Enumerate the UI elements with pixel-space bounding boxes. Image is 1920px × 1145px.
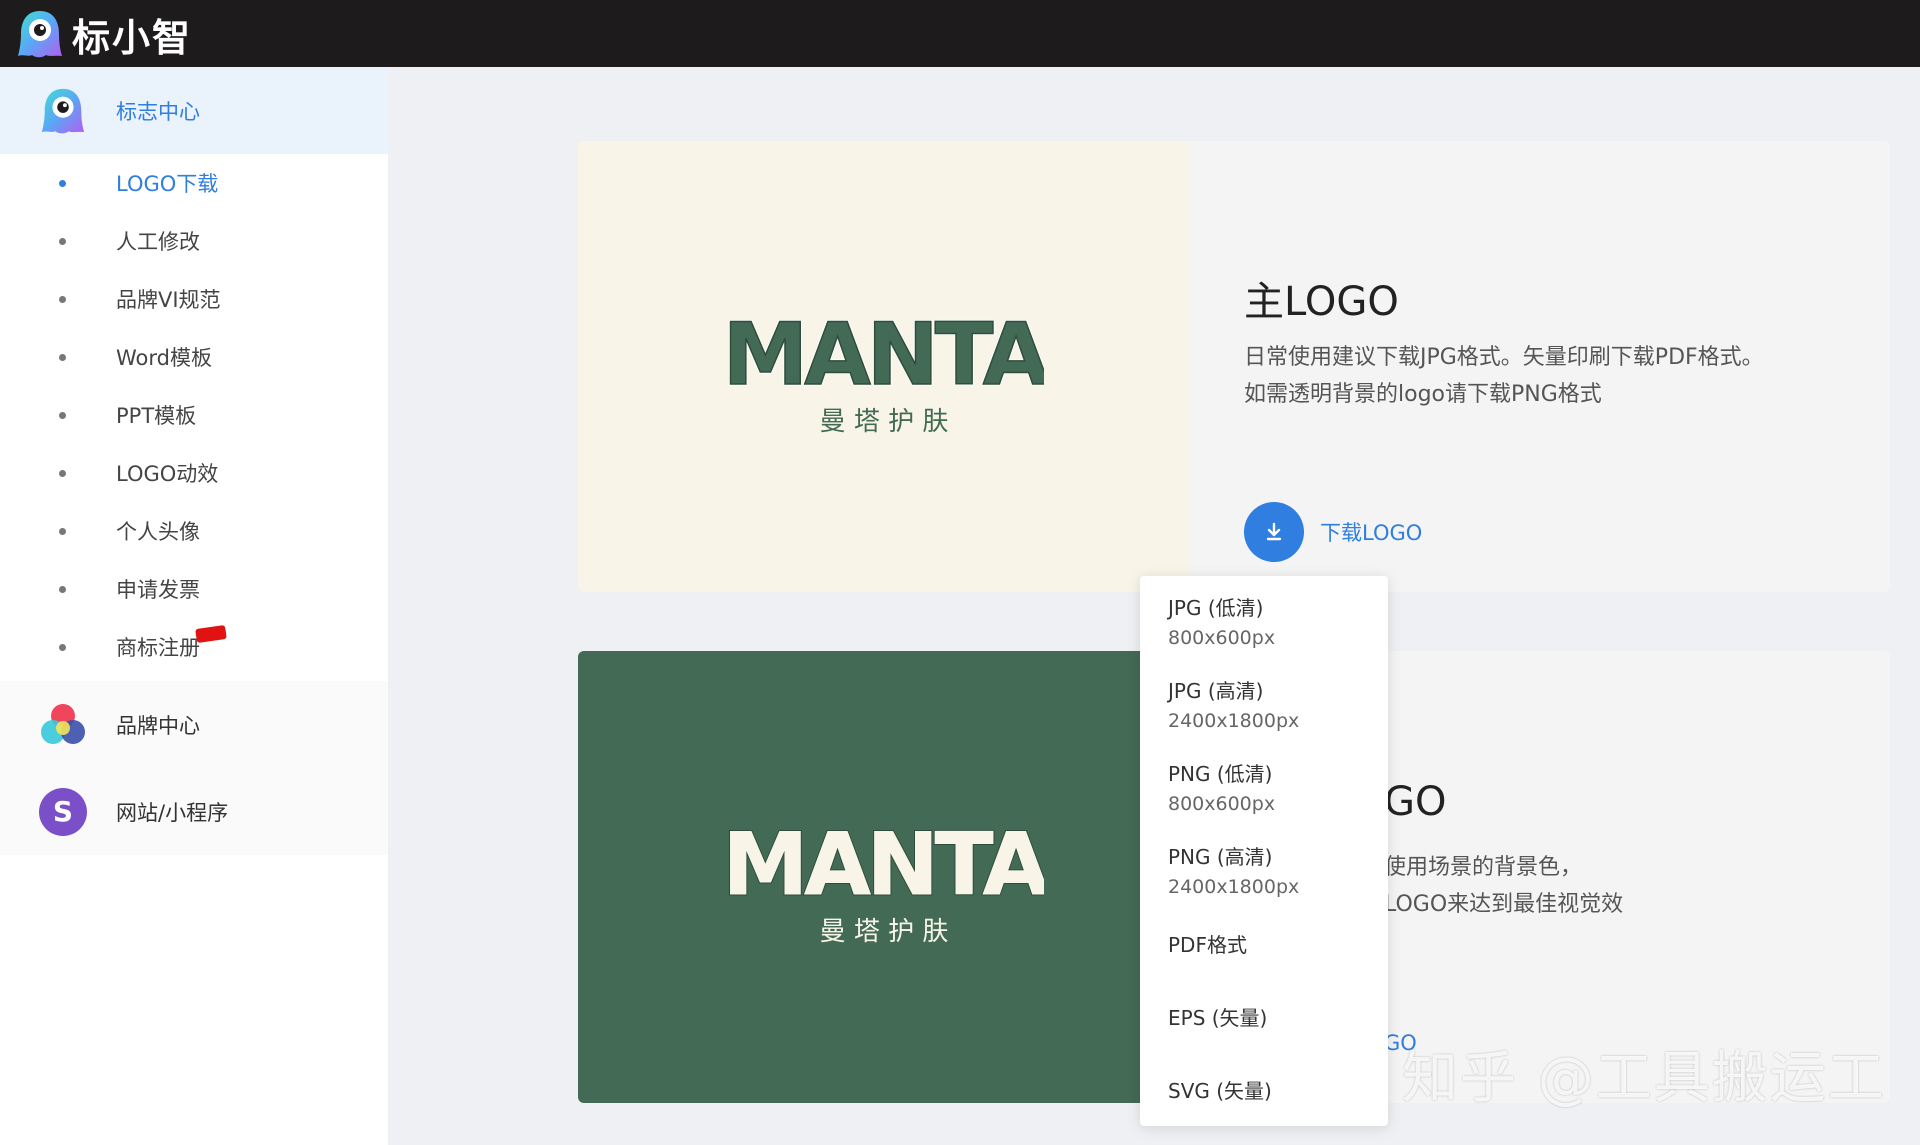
menu-item-label: JPG (低清) bbox=[1168, 596, 1264, 620]
sidebar-item-label: 商标注册 bbox=[116, 636, 200, 660]
menu-item-jpg-low[interactable]: JPG (低清) 800x600px bbox=[1168, 592, 1275, 649]
manta-logo-light: MANTA MANTA 曼 塔 护 肤 bbox=[724, 304, 1044, 438]
sidebar-item-word-template[interactable]: Word模板 bbox=[0, 328, 388, 386]
sidebar-item-label: LOGO下载 bbox=[116, 172, 219, 196]
menu-item-size: 2400x1800px bbox=[1168, 876, 1300, 898]
bullet-dot bbox=[59, 643, 66, 651]
main-logo-card: MANTA MANTA 曼 塔 护 肤 主LOGO 日常使用建议下载JPG格式。… bbox=[578, 141, 1890, 592]
bullet-dot bbox=[59, 179, 66, 187]
sidebar-group-label: 品牌中心 bbox=[116, 713, 200, 738]
card-desc-line: 如需透明背景的logo请下载PNG格式 bbox=[1244, 382, 1602, 407]
menu-item-pdf[interactable]: PDF格式 bbox=[1168, 929, 1247, 958]
sidebar-item-trademark[interactable]: 商标注册 bbox=[0, 618, 388, 676]
logo-cn-name: 曼 塔 护 肤 bbox=[820, 407, 949, 437]
menu-item-size: 800x600px bbox=[1168, 627, 1276, 649]
card-desc-line: LOGO来达到最佳视觉效 bbox=[1384, 892, 1624, 917]
sidebar-item-logo-download[interactable]: LOGO下载 bbox=[0, 154, 388, 212]
menu-item-label: EPS (矢量) bbox=[1168, 1006, 1268, 1030]
sidebar-item-label: PPT模板 bbox=[116, 404, 197, 428]
sidebar-item-label: 品牌VI规范 bbox=[116, 288, 221, 312]
sidebar-item-label: LOGO动效 bbox=[116, 462, 219, 486]
menu-item-label: JPG (高清) bbox=[1168, 679, 1264, 703]
card-desc-line: 日常使用建议下载JPG格式。矢量印刷下载PDF格式。 bbox=[1244, 345, 1764, 370]
sidebar-item-brand-vi[interactable]: 品牌VI规范 bbox=[0, 270, 388, 328]
menu-item-png-high[interactable]: PNG (高清) 2400x1800px bbox=[1168, 841, 1299, 898]
menu-item-label: SVG (矢量) bbox=[1168, 1079, 1272, 1103]
card-title: 主LOGO bbox=[1244, 279, 1399, 325]
download-icon bbox=[1244, 502, 1304, 562]
card-description: 使用场景的背景色， LOGO来达到最佳视觉效 bbox=[1384, 849, 1623, 923]
sidebar-item-avatar[interactable]: 个人头像 bbox=[0, 502, 388, 560]
menu-item-size: 800x600px bbox=[1168, 793, 1276, 815]
manta-logo-dark: MANTA MANTA 曼 塔 护 肤 bbox=[724, 814, 1044, 948]
mascot-icon bbox=[41, 88, 85, 133]
bullet-dot bbox=[59, 237, 66, 245]
bullet-dot bbox=[59, 411, 66, 419]
bullet-dot bbox=[59, 585, 66, 593]
card-title: GO bbox=[1384, 779, 1447, 825]
sidebar: 标志中心 LOGO下载 人工修改 品牌VI规范 Word模板 PPT模板 LOG… bbox=[0, 67, 388, 1145]
download-logo-label: 下载LOGO bbox=[1320, 521, 1423, 545]
sidebar-item-invoice[interactable]: 申请发票 bbox=[0, 560, 388, 618]
logo-cn-name: 曼 塔 护 肤 bbox=[820, 917, 949, 947]
menu-item-png-low[interactable]: PNG (低清) 800x600px bbox=[1168, 758, 1275, 815]
watermark-text: 知乎 @工具搬运工 bbox=[1402, 1046, 1886, 1111]
color-circles-icon bbox=[41, 703, 85, 744]
sidebar-group-label: 网站/小程序 bbox=[116, 800, 229, 825]
menu-item-svg[interactable]: SVG (矢量) bbox=[1168, 1075, 1272, 1104]
card-description: 日常使用建议下载JPG格式。矢量印刷下载PDF格式。 如需透明背景的logo请下… bbox=[1244, 339, 1764, 413]
menu-item-eps[interactable]: EPS (矢量) bbox=[1168, 1002, 1267, 1031]
sidebar-group-website[interactable]: S 网站/小程序 bbox=[0, 768, 388, 855]
top-bar: 标小智 bbox=[0, 0, 1920, 67]
logo-wordmark-outline: MANTA bbox=[724, 815, 1044, 915]
sidebar-group-label: 标志中心 bbox=[116, 99, 200, 124]
menu-item-label: PNG (高清) bbox=[1168, 845, 1273, 869]
menu-item-label: PDF格式 bbox=[1168, 933, 1247, 957]
logo-preview-dark: MANTA MANTA 曼 塔 护 肤 bbox=[578, 651, 1190, 1103]
sidebar-item-label: 申请发票 bbox=[116, 578, 200, 602]
bullet-dot bbox=[59, 295, 66, 303]
mascot-icon bbox=[18, 11, 62, 58]
sidebar-group-brand-center[interactable]: 品牌中心 bbox=[0, 681, 388, 768]
card-desc-line: 使用场景的背景色， bbox=[1384, 855, 1583, 880]
bullet-dot bbox=[59, 527, 66, 535]
bullet-dot bbox=[59, 353, 66, 361]
menu-item-size: 2400x1800px bbox=[1168, 710, 1300, 732]
sidebar-item-logo-animation[interactable]: LOGO动效 bbox=[0, 444, 388, 502]
logo-wordmark-outline: MANTA bbox=[724, 305, 1044, 405]
download-logo-button[interactable]: 下载LOGO bbox=[1244, 502, 1422, 562]
s-letter-icon: S bbox=[39, 787, 87, 836]
sidebar-item-manual-edit[interactable]: 人工修改 bbox=[0, 212, 388, 270]
svg-text:S: S bbox=[53, 795, 73, 828]
bullet-dot bbox=[59, 469, 66, 477]
sidebar-item-ppt-template[interactable]: PPT模板 bbox=[0, 386, 388, 444]
menu-item-label: PNG (低清) bbox=[1168, 762, 1273, 786]
logo-preview-light: MANTA MANTA 曼 塔 护 肤 bbox=[578, 141, 1190, 592]
new-badge bbox=[195, 624, 227, 644]
brand-name: 标小智 bbox=[72, 15, 193, 60]
sidebar-group-logo-center[interactable]: 标志中心 bbox=[0, 67, 388, 154]
brand-logo[interactable]: 标小智 bbox=[16, 6, 192, 62]
sidebar-item-label: 人工修改 bbox=[116, 230, 200, 254]
download-format-menu: JPG (低清) 800x600px JPG (高清) 2400x1800px … bbox=[1140, 576, 1388, 1126]
sidebar-item-label: 个人头像 bbox=[116, 520, 200, 544]
sidebar-item-label: Word模板 bbox=[116, 346, 212, 370]
menu-item-jpg-high[interactable]: JPG (高清) 2400x1800px bbox=[1168, 675, 1299, 732]
